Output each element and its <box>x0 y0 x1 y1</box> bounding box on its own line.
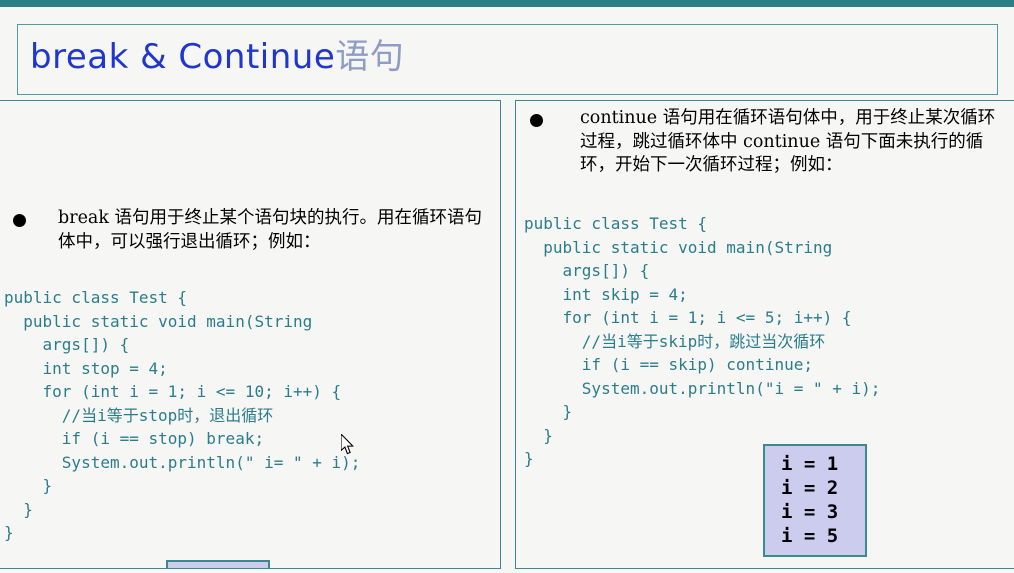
bullet-dot-icon <box>530 114 543 127</box>
continue-output-box: i = 1 i = 2 i = 3 i = 5 <box>763 444 867 557</box>
bullet-dot-icon <box>13 214 26 227</box>
break-code-sample: public class Test { public static void m… <box>4 288 361 542</box>
continue-code-sample: public class Test { public static void m… <box>524 214 881 468</box>
page-title-chinese: 语句 <box>335 37 405 77</box>
page-title-english: break & Continue <box>30 37 336 77</box>
page-title: break & Continue语句 <box>30 34 404 80</box>
slide-canvas: break & Continue语句 break 语句用于终止某个语句块的执行。… <box>0 0 1014 573</box>
content-panel-break: break 语句用于终止某个语句块的执行。用在循环语句体中，可以强行退出循环；例… <box>0 100 501 569</box>
mouse-pointer-icon <box>341 434 354 455</box>
top-accent-bar <box>0 0 1014 7</box>
break-description-text: break 语句用于终止某个语句块的执行。用在循环语句体中，可以强行退出循环；例… <box>58 208 483 252</box>
continue-description-text: continue 语句用在循环语句体中，用于终止某次循环过程，跳过循环体中 co… <box>580 108 996 175</box>
slide-title-box: break & Continue语句 <box>17 24 998 95</box>
content-panel-continue: continue 语句用在循环语句体中，用于终止某次循环过程，跳过循环体中 co… <box>515 100 1014 569</box>
break-output-box: i = 1 i = 2 i = 3 <box>166 560 270 568</box>
